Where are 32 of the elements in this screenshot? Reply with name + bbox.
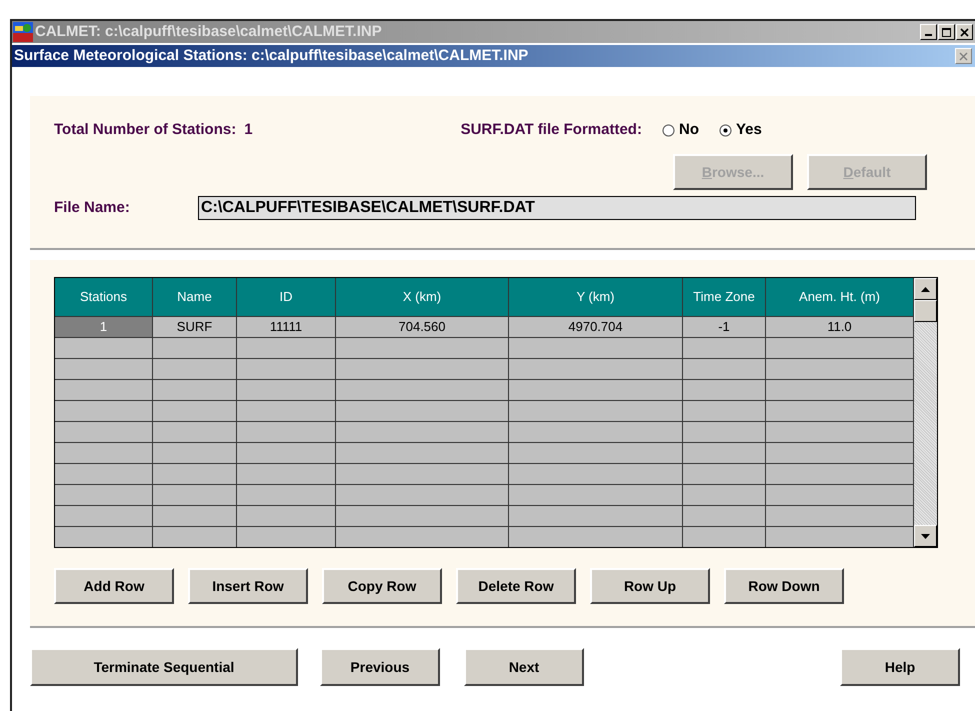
file-name-field[interactable]: C:\CALPUFF\TESIBASE\CALMET\SURF.DAT [198,196,916,220]
row-action-button[interactable]: Delete Row [456,568,576,604]
stations-count: 1 [244,120,253,140]
close-icon [960,28,970,36]
close-icon [958,52,968,60]
window-title: CALMET: c:\calpuff\tesibase\calmet\CALMET.INP [35,22,382,42]
stations-count-label: Total Number of Stations: [54,120,236,140]
scroll-up-icon [921,286,930,292]
close-button[interactable] [956,24,973,40]
scroll-thumb[interactable] [914,300,937,322]
app-icon [13,22,33,42]
row-action-button[interactable]: Row Up [590,568,710,604]
nav-button[interactable]: Next [464,648,584,686]
maximize-icon [942,28,952,36]
row-action-button[interactable]: Insert Row [188,568,308,604]
minimize-icon [925,34,932,36]
radio-option[interactable]: No [662,118,699,142]
formatted-label: SURF.DAT file Formatted: [460,120,642,140]
minimize-button[interactable] [920,24,937,40]
radio-option[interactable]: Yes [718,118,762,142]
row-action-button[interactable]: Add Row [54,568,174,604]
scrollbar[interactable] [914,278,937,547]
row-action-button[interactable]: Copy Row [322,568,442,604]
maximize-button[interactable] [938,24,955,40]
file-name-label: File Name: [54,198,131,218]
row-action-button[interactable]: Row Down [724,568,844,604]
dialog-title: Surface Meteorological Stations: c:\calpuff\tesibase\calmet\CALMET.INP [14,46,528,66]
row-header[interactable]: 1 [55,317,153,337]
nav-button[interactable]: Terminate Sequential [30,648,298,686]
nav-button[interactable]: Previous [320,648,440,686]
scroll-down-icon [921,534,930,538]
nav-button[interactable]: Help [840,648,960,686]
